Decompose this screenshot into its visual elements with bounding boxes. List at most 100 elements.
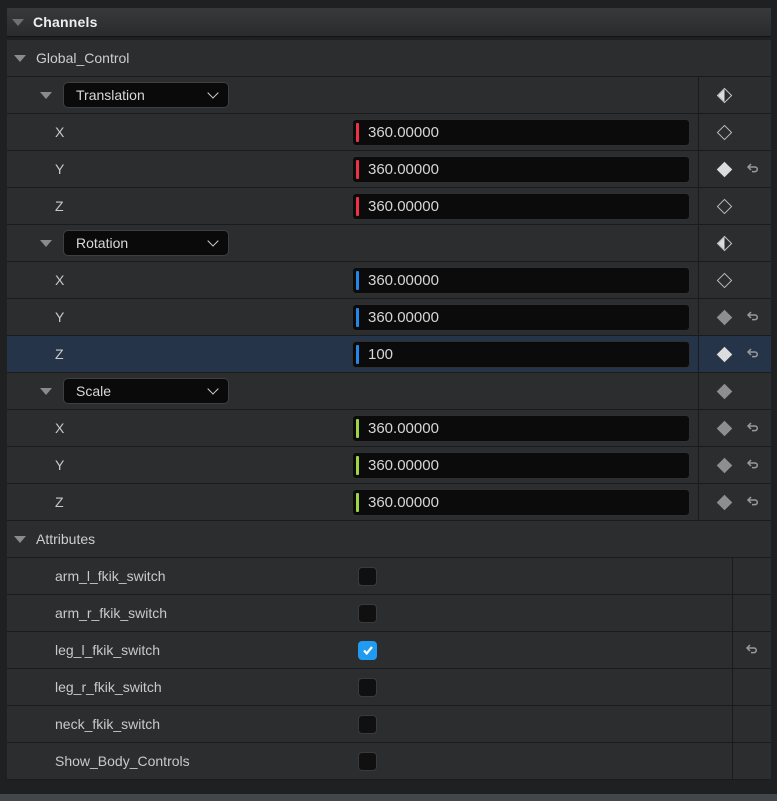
channel-row-rotation-y[interactable]: Y: [7, 299, 771, 336]
attribute-row-neck-fkik-switch[interactable]: neck_fkik_switch: [7, 706, 771, 743]
reset-icon[interactable]: [745, 459, 761, 471]
keyframe-cell: [698, 151, 771, 187]
collapse-arrow-icon[interactable]: [40, 92, 52, 99]
keyframe-cell: [698, 262, 771, 298]
keyframe-diamond-icon[interactable]: [717, 124, 733, 140]
value-input[interactable]: [368, 494, 648, 511]
horizontal-scrollbar[interactable]: [0, 794, 777, 801]
attribute-label: arm_r_fkik_switch: [7, 605, 352, 621]
keyframe-diamond-icon[interactable]: [717, 198, 733, 214]
reset-icon[interactable]: [745, 496, 761, 508]
reset-cell: [732, 595, 771, 631]
collapse-arrow-icon[interactable]: [14, 536, 26, 543]
value-input[interactable]: [368, 124, 648, 141]
channels-section-header[interactable]: Channels: [7, 8, 771, 37]
translation-dropdown[interactable]: Translation: [63, 82, 229, 108]
value-field[interactable]: [352, 489, 690, 516]
reset-cell: [732, 706, 771, 742]
value-field[interactable]: [352, 119, 690, 146]
keyframe-diamond-icon[interactable]: [717, 494, 733, 510]
channel-color-bar: [356, 160, 359, 179]
keyframe-cell: [698, 484, 771, 520]
channel-row-scale-z[interactable]: Z: [7, 484, 771, 521]
channel-row-scale-x[interactable]: X: [7, 410, 771, 447]
collapse-arrow-icon[interactable]: [14, 55, 26, 62]
value-input[interactable]: [368, 309, 648, 326]
value-input[interactable]: [368, 346, 648, 363]
value-field[interactable]: [352, 156, 690, 183]
channel-color-bar: [356, 345, 359, 364]
value-input[interactable]: [368, 457, 648, 474]
channel-row-translation-x[interactable]: X: [7, 114, 771, 151]
checkbox[interactable]: [358, 678, 377, 697]
group-label: Attributes: [36, 531, 95, 547]
keyframe-diamond-icon[interactable]: [717, 272, 733, 288]
collapse-arrow-icon[interactable]: [12, 19, 24, 26]
reset-icon[interactable]: [745, 311, 761, 323]
translation-header-row[interactable]: Translation: [7, 77, 771, 114]
reset-icon[interactable]: [745, 348, 761, 360]
keyframe-cell: [698, 188, 771, 224]
channel-row-rotation-z[interactable]: Z: [7, 336, 771, 373]
value-field[interactable]: [352, 267, 690, 294]
scale-header-row[interactable]: Scale: [7, 373, 771, 410]
axis-label: Z: [7, 198, 352, 214]
channel-color-bar: [356, 123, 359, 142]
scale-dropdown[interactable]: Scale: [63, 378, 229, 404]
checkbox[interactable]: [358, 641, 377, 660]
axis-label: Y: [7, 457, 352, 473]
reset-cell: [732, 632, 771, 668]
channel-row-scale-y[interactable]: Y: [7, 447, 771, 484]
value-field[interactable]: [352, 341, 690, 368]
collapse-arrow-icon[interactable]: [40, 388, 52, 395]
value-field[interactable]: [352, 452, 690, 479]
rotation-header-row[interactable]: Rotation: [7, 225, 771, 262]
group-label: Global_Control: [36, 50, 129, 66]
dropdown-label: Rotation: [76, 235, 128, 251]
keyframe-diamond-icon[interactable]: [717, 161, 733, 177]
keyframe-cell: [698, 299, 771, 335]
group-row-attributes[interactable]: Attributes: [7, 521, 771, 558]
reset-icon[interactable]: [745, 163, 761, 175]
panel-bottom-spacer: [0, 780, 777, 794]
attribute-label: Show_Body_Controls: [7, 753, 352, 769]
collapse-arrow-icon[interactable]: [40, 240, 52, 247]
keyframe-diamond-icon[interactable]: [717, 346, 733, 362]
channel-row-translation-y[interactable]: Y: [7, 151, 771, 188]
checkbox[interactable]: [358, 567, 377, 586]
rotation-dropdown[interactable]: Rotation: [63, 230, 229, 256]
keyframe-cell: [698, 77, 771, 113]
reset-cell: [732, 669, 771, 705]
keyframe-cell: [698, 410, 771, 446]
attribute-row-leg-r-fkik-switch[interactable]: leg_r_fkik_switch: [7, 669, 771, 706]
checkbox[interactable]: [358, 604, 377, 623]
reset-icon[interactable]: [744, 644, 760, 656]
attribute-row-leg-l-fkik-switch[interactable]: leg_l_fkik_switch: [7, 632, 771, 669]
value-field[interactable]: [352, 415, 690, 442]
chevron-down-icon: [207, 87, 218, 98]
value-field[interactable]: [352, 193, 690, 220]
keyframe-diamond-icon[interactable]: [717, 457, 733, 473]
keyframe-diamond-icon[interactable]: [717, 309, 733, 325]
value-field[interactable]: [352, 304, 690, 331]
checkbox[interactable]: [358, 715, 377, 734]
value-input[interactable]: [368, 198, 648, 215]
attribute-row-arm-l-fkik-switch[interactable]: arm_l_fkik_switch: [7, 558, 771, 595]
channel-row-translation-z[interactable]: Z: [7, 188, 771, 225]
channel-row-rotation-x[interactable]: X: [7, 262, 771, 299]
reset-icon[interactable]: [745, 422, 761, 434]
attribute-row-arm-r-fkik-switch[interactable]: arm_r_fkik_switch: [7, 595, 771, 632]
attribute-label: leg_l_fkik_switch: [7, 642, 352, 658]
keyframe-diamond-icon[interactable]: [717, 235, 733, 251]
attribute-label: leg_r_fkik_switch: [7, 679, 352, 695]
checkbox[interactable]: [358, 752, 377, 771]
panel-top-spacer: [0, 0, 777, 8]
keyframe-diamond-icon[interactable]: [717, 420, 733, 436]
keyframe-diamond-icon[interactable]: [717, 87, 733, 103]
value-input[interactable]: [368, 420, 648, 437]
keyframe-diamond-icon[interactable]: [717, 383, 733, 399]
value-input[interactable]: [368, 161, 648, 178]
group-row-global-control[interactable]: Global_Control: [7, 40, 771, 77]
value-input[interactable]: [368, 272, 648, 289]
attribute-row-show-body-controls[interactable]: Show_Body_Controls: [7, 743, 771, 780]
